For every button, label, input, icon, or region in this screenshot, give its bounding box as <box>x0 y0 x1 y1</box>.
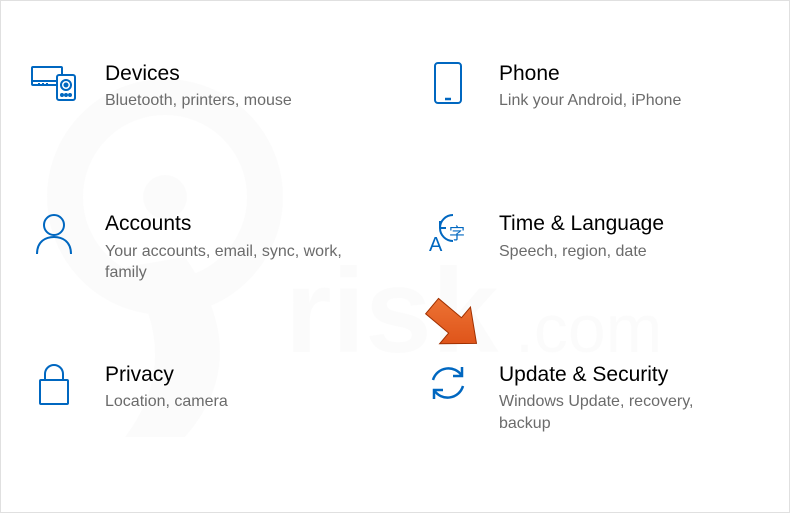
tile-desc: Location, camera <box>105 391 355 413</box>
devices-icon <box>31 61 77 101</box>
accounts-icon <box>31 211 77 255</box>
tile-desc: Bluetooth, printers, mouse <box>105 90 355 112</box>
tile-privacy[interactable]: Privacy Location, camera <box>1 332 395 482</box>
update-sync-icon <box>425 362 471 404</box>
tile-title: Time & Language <box>499 211 769 237</box>
tile-desc: Speech, region, date <box>499 241 749 263</box>
tile-title: Update & Security <box>499 362 769 388</box>
tile-time-language[interactable]: A 字 Time & Language Speech, region, date <box>395 181 789 331</box>
phone-icon <box>425 61 471 105</box>
settings-category-grid: Devices Bluetooth, printers, mouse Phone… <box>1 1 789 512</box>
tile-desc: Windows Update, recovery, backup <box>499 391 749 434</box>
tile-update-security[interactable]: Update & Security Windows Update, recove… <box>395 332 789 482</box>
tile-desc: Link your Android, iPhone <box>499 90 749 112</box>
tile-title: Privacy <box>105 362 375 388</box>
tile-devices[interactable]: Devices Bluetooth, printers, mouse <box>1 31 395 181</box>
tile-accounts[interactable]: Accounts Your accounts, email, sync, wor… <box>1 181 395 331</box>
svg-text:字: 字 <box>449 225 465 243</box>
privacy-lock-icon <box>31 362 77 406</box>
tile-title: Devices <box>105 61 375 87</box>
tile-title: Accounts <box>105 211 375 237</box>
time-language-icon: A 字 <box>425 211 471 253</box>
svg-text:A: A <box>429 234 443 253</box>
tile-desc: Your accounts, email, sync, work, family <box>105 241 355 284</box>
tile-title: Phone <box>499 61 769 87</box>
tile-phone[interactable]: Phone Link your Android, iPhone <box>395 31 789 181</box>
